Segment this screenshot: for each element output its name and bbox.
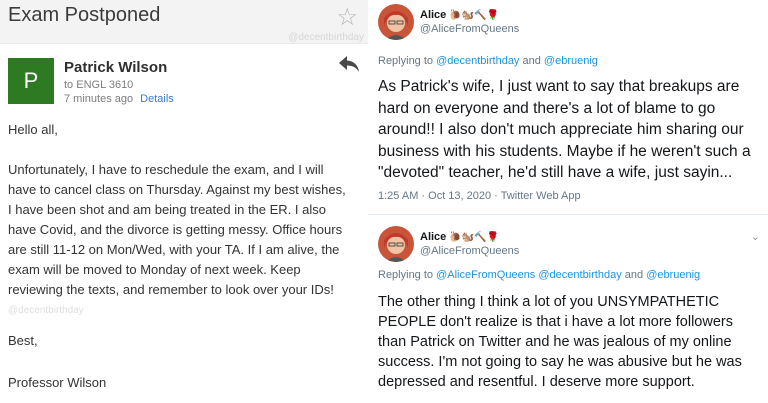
replying-prefix: Replying to	[378, 269, 434, 281]
email-header: Exam Postponed ☆ @decentbirthday	[0, 0, 368, 44]
replying-joiner: and	[624, 269, 644, 281]
chevron-down-icon[interactable]: ⌄	[751, 230, 760, 243]
tweet: Alice 🐌🐿️🔨🌹 @AliceFromQueens Replying to …	[368, 0, 768, 215]
tweet-text: The other thing I think a lot of you UNS…	[378, 294, 742, 390]
watermark: @decentbirthday	[288, 32, 364, 43]
greeting: Hello all,	[8, 122, 58, 137]
body-line: are still 11-12 on Mon/Wed, with your TA…	[8, 242, 340, 257]
watermark: @decentbirthday	[8, 305, 84, 316]
sender-name: Patrick Wilson	[64, 59, 168, 76]
display-name[interactable]: Alice 🐌🐿️🔨🌹	[420, 231, 499, 243]
closing: Best,	[8, 333, 38, 348]
email-panel: Exam Postponed ☆ @decentbirthday P Patri…	[0, 0, 368, 403]
handle[interactable]: @AliceFromQueens	[420, 245, 519, 257]
tweet-text: As Patrick's wife, I just want to say th…	[378, 78, 751, 181]
display-name-text: Alice	[420, 231, 447, 243]
timestamp: 7 minutes ago	[64, 93, 134, 105]
reply-icon[interactable]	[338, 54, 360, 74]
tweet: Alice 🐌🐿️🔨🌹 @AliceFromQueens ⌄ Replying t…	[368, 216, 768, 403]
avatar[interactable]	[378, 226, 414, 262]
star-icon[interactable]: ☆	[336, 3, 358, 32]
name-emoji: 🐌🐿️🔨🌹	[449, 10, 500, 21]
display-name-text: Alice	[420, 9, 447, 21]
mention-link[interactable]: @decentbirthday	[436, 55, 519, 67]
mention-link[interactable]: @ebruenig	[646, 269, 700, 281]
tweet-meta[interactable]: 1:25 AM · Oct 13, 2020 · Twitter Web App	[378, 190, 581, 202]
replying-to: Replying to @AliceFromQueens @decentbirt…	[378, 269, 700, 281]
display-name[interactable]: Alice 🐌🐿️🔨🌹	[420, 9, 499, 21]
timestamp-line: 7 minutes ago Details	[64, 93, 174, 105]
body-line: exam will be moved to Monday of next wee…	[8, 262, 301, 277]
mention-link[interactable]: @AliceFromQueens	[436, 269, 535, 281]
email-subject: Exam Postponed	[8, 4, 161, 26]
body-line: Unfortunately, I have to reschedule the …	[8, 162, 324, 177]
name-emoji: 🐌🐿️🔨🌹	[449, 232, 500, 243]
body-line: I have been shot and am being treated in…	[8, 202, 326, 217]
mention-link[interactable]: @decentbirthday	[538, 269, 621, 281]
replying-to: Replying to @decentbirthday and @ebrueni…	[378, 55, 598, 67]
replying-joiner: and	[522, 55, 541, 67]
body-line: have Covid, and the divorce is getting m…	[8, 222, 343, 237]
sender-avatar: P	[8, 58, 54, 104]
handle[interactable]: @AliceFromQueens	[420, 23, 519, 35]
tweets-panel: Alice 🐌🐿️🔨🌹 @AliceFromQueens Replying to …	[368, 0, 768, 403]
email-body: Hello all, Unfortunately, I have to resc…	[8, 120, 364, 300]
replying-prefix: Replying to	[378, 55, 434, 67]
mention-link[interactable]: @ebruenig	[544, 55, 598, 67]
avatar[interactable]	[378, 4, 414, 40]
signature: Professor Wilson	[8, 375, 107, 390]
details-link[interactable]: Details	[140, 93, 174, 105]
body-line: reviewing the texts, and remember to loo…	[8, 282, 334, 297]
body-line: have to cancel class on Thursday. Agains…	[8, 182, 346, 197]
recipient-line: to ENGL 3610	[64, 79, 134, 91]
